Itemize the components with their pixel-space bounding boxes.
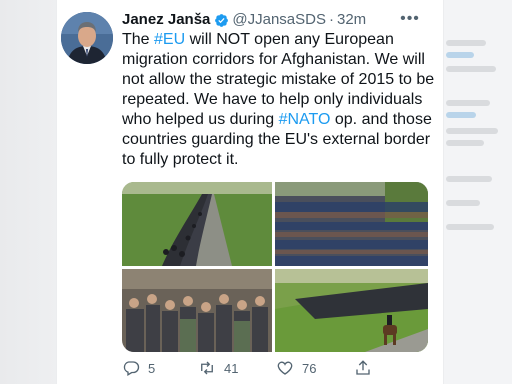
header-separator: · (329, 11, 334, 28)
heart-icon (277, 361, 293, 375)
more-options-icon[interactable]: ••• (399, 8, 421, 30)
tweet-header: Janez Janša @JJansaSDS · 32m (122, 10, 366, 30)
tweet-text: The #EU will NOT open any European migra… (122, 30, 440, 170)
media-photo-3[interactable] (122, 269, 272, 352)
author-handle[interactable]: @JJansaSDS (232, 11, 326, 29)
hashtag-link-eu[interactable]: #EU (154, 31, 185, 48)
media-photo-2[interactable] (275, 182, 428, 266)
retweet-icon (201, 361, 213, 375)
tweet-text-part: The (122, 31, 155, 48)
retweet-button[interactable]: 41 (198, 356, 238, 380)
retweet-count: 41 (224, 360, 239, 376)
reply-button[interactable]: 5 (122, 356, 155, 380)
reply-icon (123, 361, 140, 376)
share-button[interactable] (354, 356, 372, 380)
right-sidebar-background (444, 0, 512, 384)
share-icon (356, 360, 370, 375)
author-name[interactable]: Janez Janša (122, 11, 210, 29)
tweet-actions: 5 41 76 (122, 356, 422, 380)
reply-count: 5 (148, 360, 156, 376)
left-background (0, 0, 56, 384)
like-count: 76 (302, 360, 317, 376)
hashtag-link-nato[interactable]: #NATO (279, 111, 331, 128)
tweet-card[interactable]: Janez Janša @JJansaSDS · 32m ••• The #EU… (57, 0, 443, 384)
media-photo-1[interactable] (122, 182, 272, 266)
media-photo-4[interactable] (275, 269, 428, 352)
verified-badge-icon (215, 13, 229, 27)
tweet-timestamp[interactable]: 32m (337, 11, 366, 29)
author-avatar[interactable] (61, 12, 113, 64)
tweet-media-grid (122, 182, 428, 352)
avatar-photo (61, 12, 113, 64)
like-button[interactable]: 76 (276, 356, 316, 380)
